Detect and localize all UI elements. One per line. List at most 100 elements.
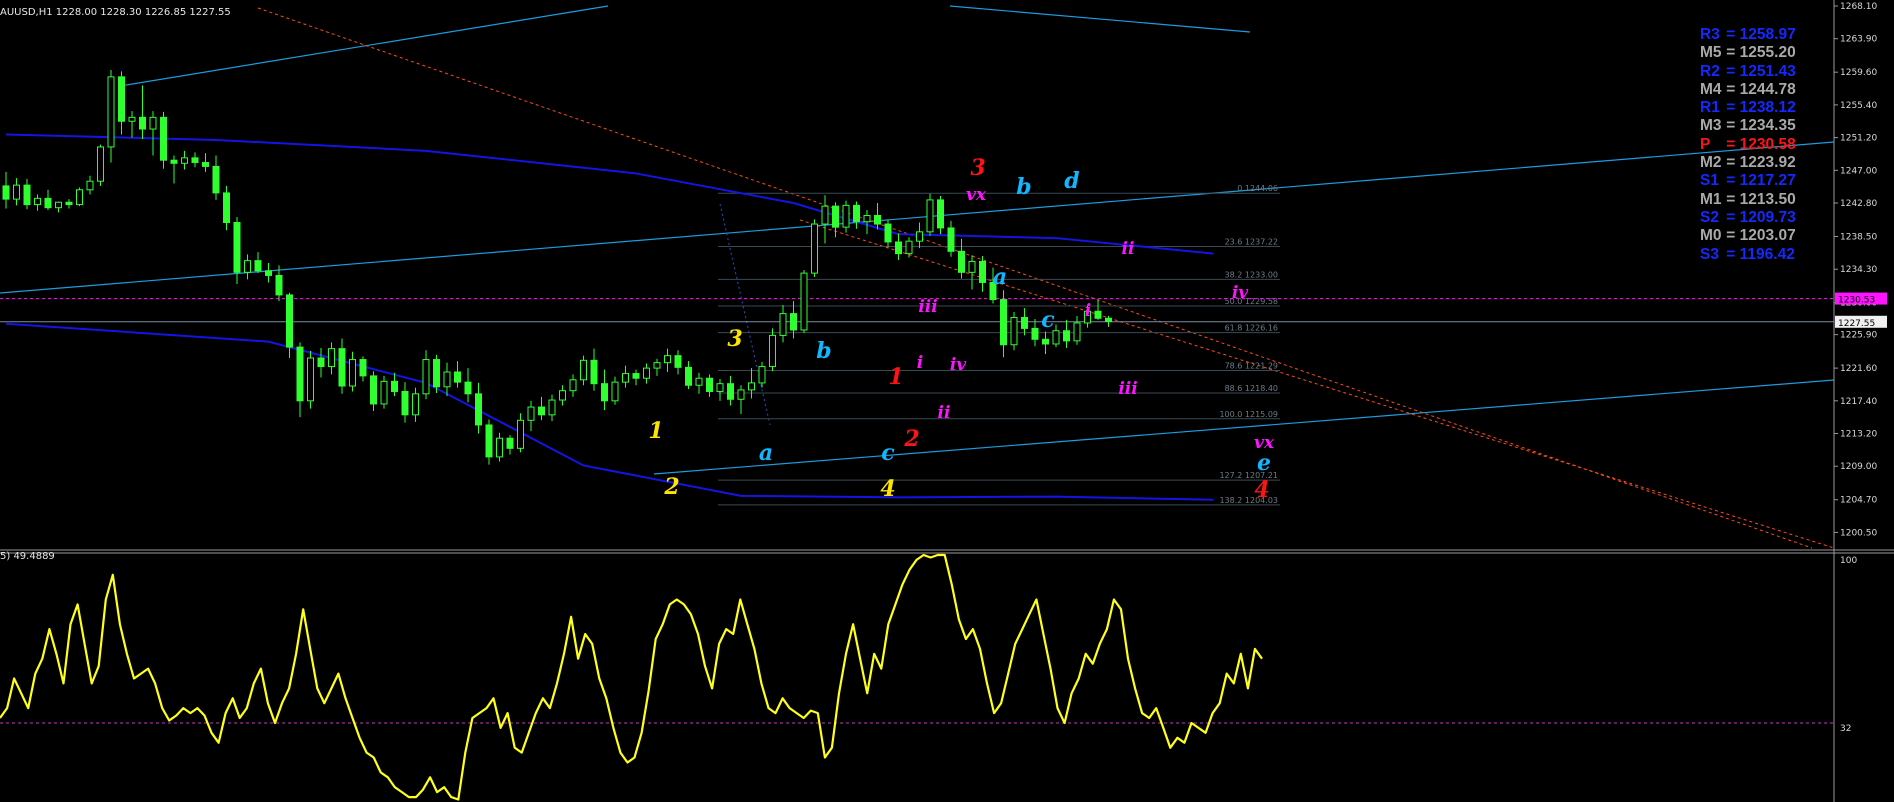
candle-body[interactable] [1073, 322, 1081, 342]
candle-body[interactable] [380, 380, 388, 405]
candle-body[interactable] [695, 377, 703, 386]
candle-body[interactable] [779, 313, 787, 336]
candle-body[interactable] [611, 381, 619, 402]
candle-body[interactable] [748, 382, 755, 391]
candle-body[interactable] [790, 313, 797, 331]
candle-body[interactable] [307, 357, 314, 402]
candle-body[interactable] [979, 260, 986, 283]
candle-body[interactable] [139, 116, 146, 130]
candle-body[interactable] [286, 294, 293, 348]
candle-body[interactable] [265, 270, 272, 276]
candle-body[interactable] [13, 184, 20, 200]
candle-body[interactable] [359, 359, 367, 377]
candle-body[interactable] [275, 274, 283, 296]
candle-body[interactable] [1105, 317, 1112, 322]
candle-body[interactable] [569, 379, 577, 392]
candle-body[interactable] [76, 189, 83, 206]
candle-body[interactable] [863, 214, 871, 223]
candle-body[interactable] [370, 375, 377, 405]
candle-body[interactable] [296, 346, 304, 402]
candle-body[interactable] [1010, 316, 1018, 346]
candle-body[interactable] [412, 393, 419, 416]
candle-body[interactable] [916, 231, 923, 242]
candle-body[interactable] [769, 334, 776, 368]
candle-body[interactable] [202, 162, 209, 167]
candle-body[interactable] [758, 366, 766, 384]
oscillator-line[interactable] [0, 553, 1263, 801]
candle-body[interactable] [496, 437, 503, 458]
candle-body[interactable] [23, 184, 31, 206]
candle-body[interactable] [97, 146, 104, 182]
moving-average-line[interactable] [5, 322, 1214, 501]
candle-body[interactable] [716, 383, 724, 392]
trend-dashed-line[interactable] [799, 219, 1835, 549]
candle-body[interactable] [1063, 330, 1070, 342]
candle-body[interactable] [842, 204, 850, 228]
candle-body[interactable] [958, 250, 965, 273]
candle-body[interactable] [391, 380, 398, 392]
candle-body[interactable] [968, 260, 976, 273]
candle-body[interactable] [800, 272, 808, 331]
candle-body[interactable] [853, 204, 860, 223]
candle-body[interactable] [548, 399, 556, 416]
candle-body[interactable] [65, 201, 73, 206]
candle-body[interactable] [811, 223, 818, 274]
candle-body[interactable] [664, 355, 671, 364]
candle-body[interactable] [454, 371, 461, 383]
candle-body[interactable] [401, 390, 409, 416]
candle-body[interactable] [947, 227, 955, 252]
candle-body[interactable] [86, 180, 94, 191]
candle-body[interactable] [422, 359, 430, 395]
candle-body[interactable] [821, 205, 829, 225]
channel-line[interactable] [949, 5, 1251, 33]
candle-body[interactable] [590, 359, 598, 385]
oscillator-panel[interactable] [0, 553, 1834, 801]
channel-line[interactable] [653, 379, 1835, 475]
candle-body[interactable] [1094, 310, 1102, 319]
candle-body[interactable] [506, 437, 514, 449]
candle-body[interactable] [128, 116, 136, 122]
candle-body[interactable] [1031, 327, 1039, 340]
candle-body[interactable] [212, 165, 220, 194]
candle-body[interactable] [485, 424, 493, 458]
candle-body[interactable] [1000, 299, 1007, 346]
candle-body[interactable] [727, 383, 734, 400]
candle-body[interactable] [559, 390, 566, 401]
candle-body[interactable] [580, 359, 587, 381]
channel-line[interactable] [0, 141, 1835, 294]
candle-body[interactable] [895, 241, 902, 255]
candle-body[interactable] [34, 197, 41, 206]
candle-body[interactable] [317, 357, 325, 368]
candle-body[interactable] [475, 393, 482, 426]
chart-canvas[interactable]: 0 1244.0623.6 1237.2238.2 1233.0050.0 12… [0, 0, 1894, 802]
candle-body[interactable] [937, 199, 944, 229]
candle-body[interactable] [2, 185, 10, 200]
candle-body[interactable] [443, 371, 451, 388]
candle-body[interactable] [601, 383, 608, 402]
candle-body[interactable] [517, 419, 524, 449]
candle-body[interactable] [149, 116, 157, 130]
candle-body[interactable] [349, 359, 356, 387]
candle-body[interactable] [160, 116, 167, 161]
candle-body[interactable] [874, 214, 881, 225]
candle-body[interactable] [191, 157, 199, 164]
candle-body[interactable] [107, 76, 115, 148]
candle-body[interactable] [170, 159, 178, 164]
candle-body[interactable] [118, 76, 125, 122]
candle-body[interactable] [223, 192, 230, 223]
candle-body[interactable] [1021, 316, 1028, 329]
channel-line[interactable] [119, 5, 609, 87]
candle-body[interactable] [464, 381, 472, 395]
candle-body[interactable] [55, 201, 62, 209]
candle-body[interactable] [905, 240, 913, 255]
candle-body[interactable] [884, 223, 892, 243]
candle-body[interactable] [1042, 338, 1049, 345]
candle-body[interactable] [538, 406, 545, 416]
candle-body[interactable] [338, 348, 346, 387]
candle-body[interactable] [328, 348, 335, 368]
candle-body[interactable] [622, 373, 629, 383]
candle-body[interactable] [44, 197, 52, 209]
candle-body[interactable] [433, 359, 440, 388]
candle-body[interactable] [244, 260, 251, 273]
candle-body[interactable] [832, 205, 839, 228]
